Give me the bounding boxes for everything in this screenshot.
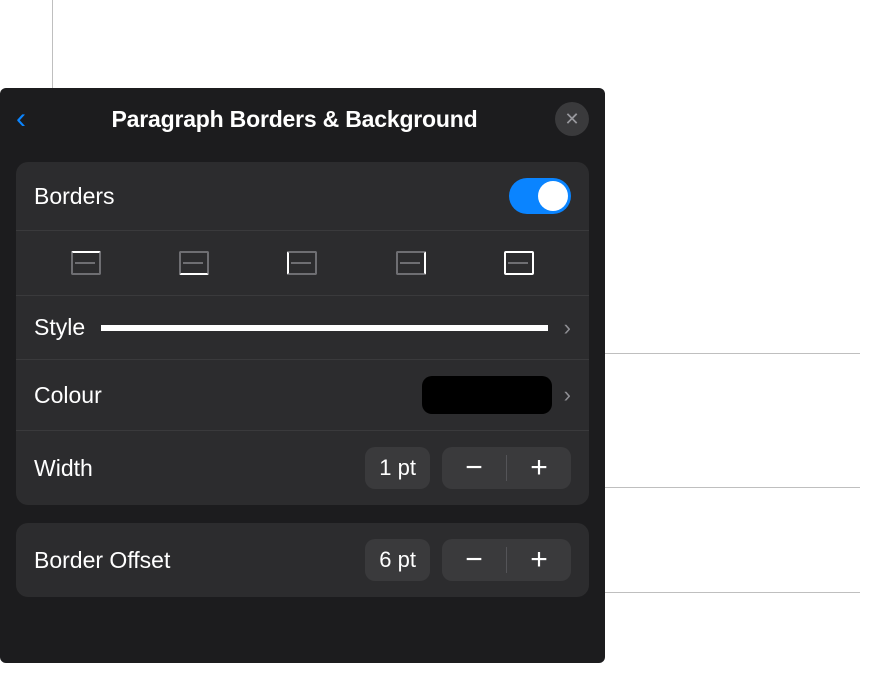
style-preview (101, 325, 548, 331)
back-button[interactable]: ‹ (16, 104, 34, 134)
border-bottom-icon[interactable] (179, 251, 209, 275)
border-right-icon[interactable] (396, 251, 426, 275)
width-label: Width (34, 455, 93, 482)
colour-swatch[interactable] (422, 376, 552, 414)
border-all-icon[interactable] (504, 251, 534, 275)
callout-line-width (580, 487, 860, 488)
style-row[interactable]: Style › (16, 296, 589, 360)
width-decrease-button[interactable]: − (442, 447, 506, 489)
borders-label: Borders (34, 183, 115, 210)
colour-label: Colour (34, 382, 102, 409)
callout-line-offset (580, 592, 860, 593)
style-label: Style (34, 314, 85, 341)
close-icon: ✕ (564, 109, 579, 130)
offset-stepper: − + (442, 539, 571, 581)
offset-label: Border Offset (34, 547, 170, 574)
width-increase-button[interactable]: + (507, 447, 571, 489)
borders-section: Borders Style (16, 162, 589, 505)
width-value: 1 pt (365, 447, 430, 489)
colour-row[interactable]: Colour › (16, 360, 589, 431)
width-row: Width 1 pt − + (16, 431, 589, 505)
callout-line-style (580, 353, 860, 354)
panel-header: ‹ Paragraph Borders & Background ✕ (0, 88, 605, 150)
offset-section: Border Offset 6 pt − + (16, 523, 589, 597)
offset-increase-button[interactable]: + (507, 539, 571, 581)
offset-row: Border Offset 6 pt − + (16, 523, 589, 597)
borders-toggle-row: Borders (16, 162, 589, 231)
toggle-knob (538, 181, 568, 211)
border-top-icon[interactable] (71, 251, 101, 275)
chevron-right-icon: › (564, 315, 571, 341)
close-button[interactable]: ✕ (555, 102, 589, 136)
width-stepper: − + (442, 447, 571, 489)
panel-title: Paragraph Borders & Background (34, 106, 555, 133)
borders-background-panel: ‹ Paragraph Borders & Background ✕ Borde… (0, 88, 605, 663)
chevron-right-icon: › (564, 382, 571, 408)
offset-value: 6 pt (365, 539, 430, 581)
borders-toggle[interactable] (509, 178, 571, 214)
offset-decrease-button[interactable]: − (442, 539, 506, 581)
border-left-icon[interactable] (287, 251, 317, 275)
border-position-row (16, 231, 589, 296)
